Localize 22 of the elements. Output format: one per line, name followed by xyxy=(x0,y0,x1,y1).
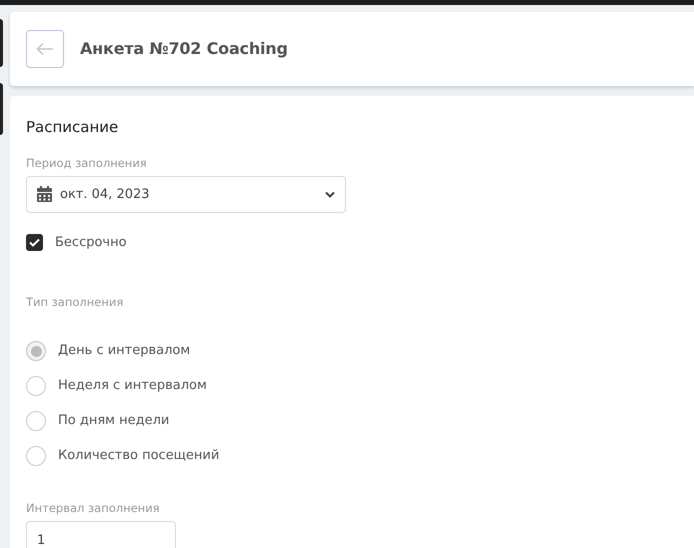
field-label: Период заполнения xyxy=(26,154,148,172)
radio-label: Количество посещений xyxy=(58,447,220,466)
section-title: Расписание xyxy=(26,117,120,138)
checkbox-label: Бессрочно xyxy=(55,234,127,252)
left-arrow-icon xyxy=(36,42,54,56)
radio-label: День с интервалом xyxy=(58,342,190,360)
radio-button[interactable] xyxy=(26,376,46,396)
radio-button[interactable] xyxy=(26,446,46,466)
page-title: Анкета №702 Coaching xyxy=(80,38,288,60)
checkbox[interactable] xyxy=(26,234,43,251)
field-label: Интервал заполнения xyxy=(26,500,161,516)
radio-label: Неделя с интервалом xyxy=(58,377,207,396)
radio-button[interactable] xyxy=(26,411,46,431)
chevron-down-icon xyxy=(325,190,335,198)
radio-label: По дням недели xyxy=(58,412,170,430)
interval-input[interactable]: 1 xyxy=(26,520,176,548)
back-button[interactable] xyxy=(26,30,64,68)
check-icon xyxy=(29,238,40,247)
radio-button[interactable] xyxy=(26,341,46,361)
field-label: Тип заполнения xyxy=(26,294,124,312)
calendar-icon xyxy=(37,186,52,202)
date-select[interactable]: окт. 04, 2023 xyxy=(26,176,346,213)
